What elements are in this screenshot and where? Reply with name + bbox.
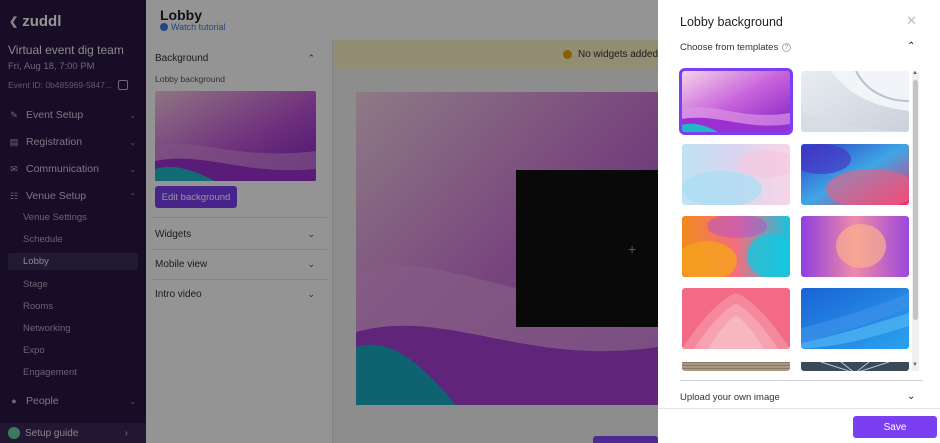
lobby-background-drawer: Lobby background ✕ Choose from templates…: [658, 0, 940, 443]
chevron-down-icon[interactable]: ⌄: [907, 391, 915, 402]
template-thumbnail[interactable]: [679, 68, 793, 135]
template-thumbnail[interactable]: [682, 144, 790, 205]
template-thumbnail[interactable]: [801, 360, 909, 371]
templates-section-header[interactable]: Choose from templates ?: [680, 42, 792, 53]
template-thumbnail[interactable]: [682, 360, 790, 371]
divider: [680, 380, 923, 381]
template-thumbnail[interactable]: [801, 288, 909, 349]
template-thumbnail[interactable]: [682, 216, 790, 277]
template-thumbnail[interactable]: [682, 288, 790, 349]
upload-own-image-header[interactable]: Upload your own image: [680, 392, 780, 403]
template-thumbnail[interactable]: [801, 71, 909, 132]
template-thumbnail[interactable]: [801, 144, 909, 205]
scroll-up-arrow-icon[interactable]: ▲: [912, 70, 918, 76]
chevron-up-icon[interactable]: ⌃: [907, 41, 915, 52]
help-icon[interactable]: ?: [782, 43, 792, 52]
scrollbar-thumb[interactable]: [913, 80, 918, 320]
template-thumbnail[interactable]: [801, 216, 909, 277]
modal-overlay[interactable]: [0, 0, 658, 443]
drawer-footer: Save: [658, 408, 940, 443]
close-icon[interactable]: ✕: [906, 13, 917, 29]
save-button[interactable]: Save: [853, 416, 937, 438]
floating-button-edge: [593, 436, 658, 443]
scroll-down-arrow-icon[interactable]: ▼: [912, 362, 918, 368]
templates-label: Choose from templates: [680, 42, 779, 53]
drawer-title: Lobby background: [680, 15, 783, 29]
